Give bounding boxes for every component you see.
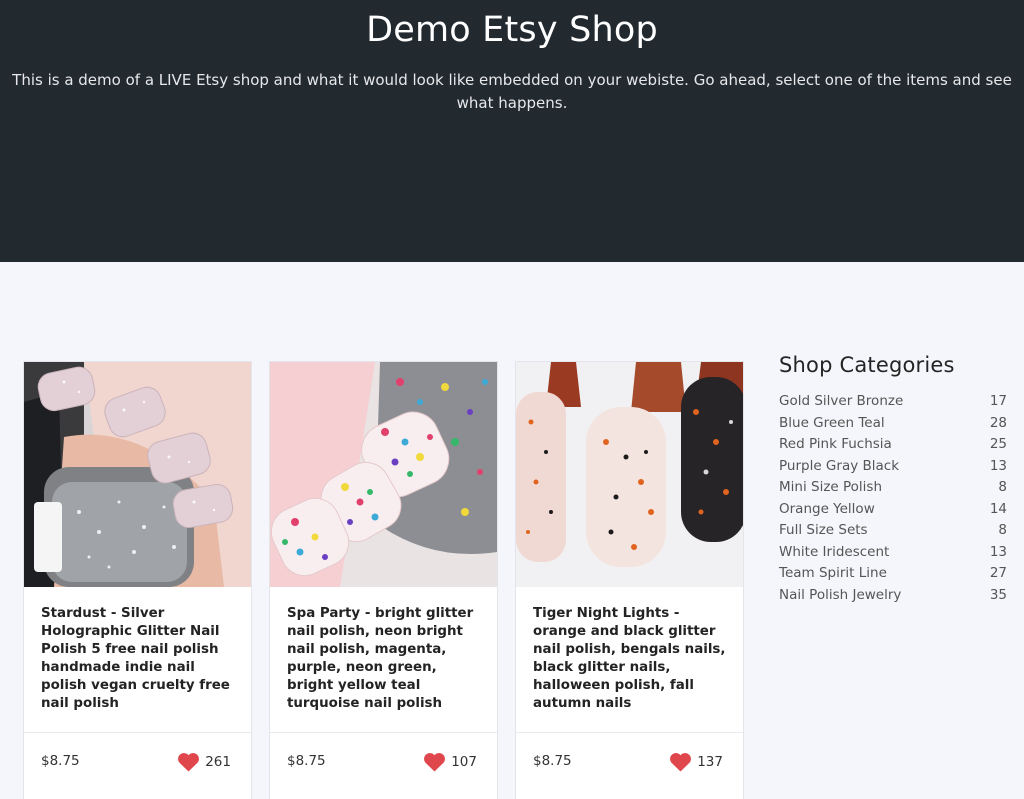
heart-icon <box>178 753 200 772</box>
category-name[interactable]: Gold Silver Bronze <box>779 393 903 415</box>
category-item[interactable]: Mini Size Polish 8 <box>779 479 1009 501</box>
category-name[interactable]: Blue Green Teal <box>779 415 885 437</box>
product-price: $8.75 <box>41 753 80 769</box>
product-footer: $8.75 137 <box>516 732 743 792</box>
favorite-count: 261 <box>205 754 231 770</box>
favorite-count: 137 <box>697 754 723 770</box>
category-count: 13 <box>989 543 1007 560</box>
category-name[interactable]: Orange Yellow <box>779 501 875 523</box>
category-item[interactable]: Blue Green Teal 28 <box>779 415 1009 437</box>
hero-banner: Demo Etsy Shop This is a demo of a LIVE … <box>0 0 1024 262</box>
category-item[interactable]: Orange Yellow 14 <box>779 501 1009 523</box>
category-name[interactable]: Purple Gray Black <box>779 458 899 480</box>
product-title[interactable]: Stardust - Silver Holographic Glitter Na… <box>41 605 241 713</box>
page-title: Demo Etsy Shop <box>366 10 658 50</box>
category-name[interactable]: Nail Polish Jewelry <box>779 587 901 609</box>
sidebar-title: Shop Categories <box>779 353 955 377</box>
category-item[interactable]: White Iridescent 13 <box>779 544 1009 566</box>
category-list: Gold Silver Bronze 17 Blue Green Teal 28 R… <box>779 393 1009 608</box>
category-count: 17 <box>989 393 1007 409</box>
product-footer: $8.75 261 <box>24 732 251 792</box>
category-name[interactable]: White Iridescent <box>779 544 889 566</box>
category-count: 14 <box>989 500 1007 517</box>
product-card[interactable]: Stardust - Silver Holographic Glitter Na… <box>23 361 252 799</box>
heart-icon <box>670 753 692 772</box>
category-name[interactable]: Full Size Sets <box>779 522 868 544</box>
favorite-count: 107 <box>451 754 477 770</box>
product-price: $8.75 <box>533 753 572 769</box>
category-item[interactable]: Purple Gray Black 13 <box>779 458 1009 480</box>
heart-icon <box>424 753 446 772</box>
category-item[interactable]: Team Spirit Line 27 <box>779 565 1009 587</box>
category-count: 25 <box>989 436 1007 452</box>
shop-categories: Shop Categories Gold Silver Bronze 17 Blu… <box>779 353 1009 608</box>
category-item[interactable]: Gold Silver Bronze 17 <box>779 393 1009 415</box>
category-count: 13 <box>989 457 1007 474</box>
product-title[interactable]: Tiger Night Lights - orange and black gl… <box>533 605 733 713</box>
category-name[interactable]: Red Pink Fuchsia <box>779 436 892 458</box>
category-count: 35 <box>989 586 1007 603</box>
product-card[interactable]: Tiger Night Lights - orange and black gl… <box>515 361 744 799</box>
product-footer: $8.75 107 <box>270 732 497 792</box>
product-image[interactable] <box>516 362 743 587</box>
product-card[interactable]: Spa Party - bright glitter nail polish, … <box>269 361 498 799</box>
category-item[interactable]: Red Pink Fuchsia 25 <box>779 436 1009 458</box>
category-count: 8 <box>998 522 1007 538</box>
category-count: 28 <box>989 414 1007 431</box>
product-title[interactable]: Spa Party - bright glitter nail polish, … <box>287 605 487 713</box>
category-item[interactable]: Nail Polish Jewelry 35 <box>779 587 1009 609</box>
favorite-button[interactable]: 137 <box>669 752 723 772</box>
product-image[interactable] <box>270 362 497 587</box>
hero-description: This is a demo of a LIVE Etsy shop and w… <box>12 71 1012 112</box>
category-count: 8 <box>998 479 1007 495</box>
product-image[interactable] <box>24 362 251 587</box>
favorite-button[interactable]: 107 <box>423 752 477 772</box>
category-item[interactable]: Full Size Sets 8 <box>779 522 1009 544</box>
category-count: 27 <box>989 565 1007 581</box>
favorite-button[interactable]: 261 <box>177 752 231 772</box>
product-price: $8.75 <box>287 753 326 769</box>
category-name[interactable]: Mini Size Polish <box>779 479 882 501</box>
category-name[interactable]: Team Spirit Line <box>779 565 887 587</box>
